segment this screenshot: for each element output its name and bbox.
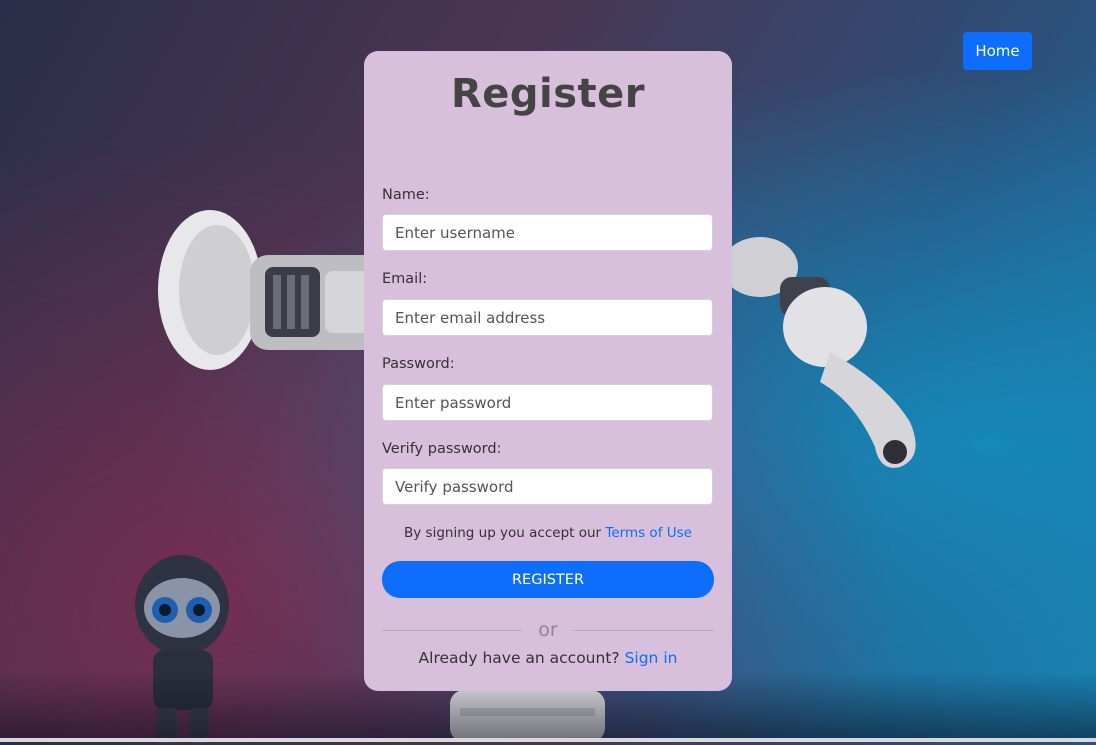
signin-prefix: Already have an account? bbox=[418, 649, 620, 667]
terms-prefix: By signing up you accept our bbox=[404, 525, 602, 541]
home-button[interactable]: Home bbox=[963, 32, 1032, 70]
terms-of-use-link[interactable]: Terms of Use bbox=[605, 525, 692, 541]
password-input[interactable] bbox=[382, 384, 713, 421]
signin-prompt: Already have an account? Sign in bbox=[364, 649, 732, 667]
sign-in-link[interactable]: Sign in bbox=[625, 649, 678, 667]
verify-password-label: Verify password: bbox=[382, 441, 502, 457]
verify-password-input[interactable] bbox=[382, 468, 713, 505]
email-input[interactable] bbox=[382, 299, 713, 336]
page-title: Register bbox=[450, 71, 646, 117]
email-label: Email: bbox=[382, 271, 428, 287]
floor-line bbox=[0, 738, 1096, 742]
register-card: Register Name: Email: Password: Verify p… bbox=[364, 51, 732, 691]
terms-notice: By signing up you accept our Terms of Us… bbox=[364, 525, 732, 541]
register-button[interactable]: REGISTER bbox=[382, 561, 714, 598]
username-input[interactable] bbox=[382, 214, 713, 251]
robot-arm-right-image bbox=[725, 237, 916, 468]
name-label: Name: bbox=[382, 187, 430, 203]
robot-arm-left-image bbox=[158, 210, 390, 370]
password-label: Password: bbox=[382, 356, 455, 372]
or-separator: or bbox=[538, 619, 558, 641]
